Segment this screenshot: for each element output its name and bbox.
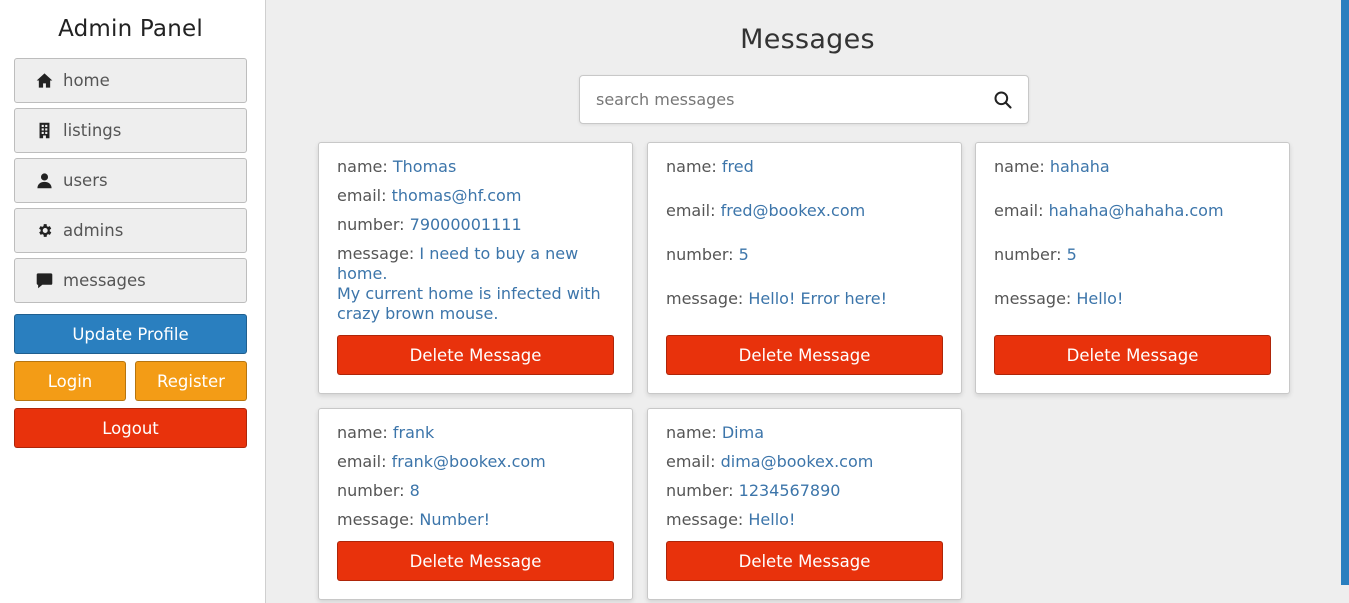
sidebar-item-label: home bbox=[63, 71, 110, 90]
message-number: number: 79000001111 bbox=[337, 215, 522, 234]
page-title: Messages bbox=[740, 24, 875, 55]
message-email: email: frank@bookex.com bbox=[337, 452, 546, 471]
user-icon bbox=[35, 172, 53, 190]
comment-icon bbox=[35, 272, 53, 290]
sidebar: Admin Panel home listings users admins m… bbox=[0, 0, 266, 603]
delete-message-button[interactable]: Delete Message bbox=[337, 335, 614, 375]
message-name: name: Thomas bbox=[337, 157, 457, 176]
building-icon bbox=[35, 122, 53, 140]
message-name: name: Dima bbox=[666, 423, 765, 442]
search-input[interactable] bbox=[580, 76, 978, 123]
message-number: number: 5 bbox=[666, 245, 749, 264]
main-content: Messages name: Thomas email: thomas@hf.c… bbox=[266, 0, 1349, 603]
message-card: name: frank email: frank@bookex.com numb… bbox=[318, 408, 633, 600]
sidebar-item-messages[interactable]: messages bbox=[14, 258, 247, 303]
message-card: name: hahaha email: hahaha@hahaha.com nu… bbox=[975, 142, 1290, 394]
message-text: message: Hello! bbox=[994, 289, 1124, 308]
register-button[interactable]: Register bbox=[135, 361, 247, 401]
sidebar-item-label: messages bbox=[63, 271, 146, 290]
sidebar-item-admins[interactable]: admins bbox=[14, 208, 247, 253]
message-email: email: dima@bookex.com bbox=[666, 452, 874, 471]
message-card: name: Dima email: dima@bookex.com number… bbox=[647, 408, 962, 600]
delete-message-button[interactable]: Delete Message bbox=[337, 541, 614, 581]
message-text: message: Hello! bbox=[666, 510, 796, 529]
message-text: message: Hello! Error here! bbox=[666, 289, 887, 308]
search-bar bbox=[579, 75, 1029, 124]
search-icon[interactable] bbox=[978, 76, 1028, 123]
sidebar-item-label: admins bbox=[63, 221, 124, 240]
message-number: number: 8 bbox=[337, 481, 420, 500]
message-name: name: fred bbox=[666, 157, 754, 176]
gear-icon bbox=[35, 222, 53, 240]
message-name: name: frank bbox=[337, 423, 435, 442]
scrollbar[interactable] bbox=[1341, 0, 1349, 585]
sidebar-title: Admin Panel bbox=[58, 16, 203, 42]
delete-message-button[interactable]: Delete Message bbox=[666, 335, 943, 375]
sidebar-item-label: listings bbox=[63, 121, 122, 140]
home-icon bbox=[35, 72, 53, 90]
logout-button[interactable]: Logout bbox=[14, 408, 247, 448]
message-email: email: thomas@hf.com bbox=[337, 186, 522, 205]
message-email: email: hahaha@hahaha.com bbox=[994, 201, 1224, 220]
login-button[interactable]: Login bbox=[14, 361, 126, 401]
sidebar-item-listings[interactable]: listings bbox=[14, 108, 247, 153]
message-text: message: Number! bbox=[337, 510, 491, 529]
message-name: name: hahaha bbox=[994, 157, 1110, 176]
message-number: number: 5 bbox=[994, 245, 1077, 264]
update-profile-button[interactable]: Update Profile bbox=[14, 314, 247, 354]
message-card: name: Thomas email: thomas@hf.com number… bbox=[318, 142, 633, 394]
sidebar-item-label: users bbox=[63, 171, 108, 190]
message-email: email: fred@bookex.com bbox=[666, 201, 866, 220]
message-number: number: 1234567890 bbox=[666, 481, 841, 500]
sidebar-item-home[interactable]: home bbox=[14, 58, 247, 103]
message-text: message: I need to buy a new home. My cu… bbox=[337, 244, 601, 323]
delete-message-button[interactable]: Delete Message bbox=[994, 335, 1271, 375]
sidebar-item-users[interactable]: users bbox=[14, 158, 247, 203]
message-card: name: fred email: fred@bookex.com number… bbox=[647, 142, 962, 394]
delete-message-button[interactable]: Delete Message bbox=[666, 541, 943, 581]
